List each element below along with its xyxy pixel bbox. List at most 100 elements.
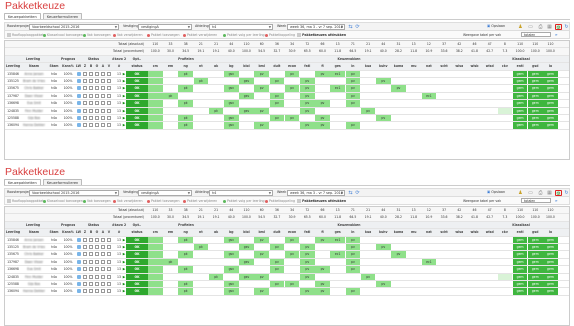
vak-cell[interactable]: pk [178,122,193,129]
vak-cell[interactable] [376,259,391,265]
vak-cell[interactable] [148,288,163,295]
vak-cell[interactable]: pk [178,288,193,295]
vak-cell[interactable] [437,78,452,84]
week-select[interactable]: week 36, ma 3 - vr 7 sep. 2018 ▼ [287,24,345,30]
vak-cell[interactable] [467,281,482,287]
vak-cell[interactable] [270,251,285,257]
vak-cell[interactable] [178,274,193,280]
vak-cell[interactable] [285,78,300,84]
vak-cell[interactable] [254,244,269,250]
vak-cell[interactable] [163,281,178,287]
vak-cell[interactable] [391,244,406,250]
vak-cell[interactable] [361,237,376,243]
vak-cell[interactable] [239,266,254,272]
vak-cell[interactable] [422,251,437,257]
column-header[interactable]: ak [208,63,224,70]
refresh-icon[interactable]: ⟳ [555,32,558,38]
vak-cell[interactable] [391,266,406,272]
vak-cell[interactable]: gem [512,251,528,258]
lw-toggle-icon[interactable] [75,115,82,121]
column-header[interactable]: kua [360,229,376,236]
column-header[interactable]: mu [406,229,421,236]
vak-cell[interactable] [422,78,437,84]
vak-cell[interactable]: pv [360,107,376,114]
vak-cell[interactable]: gsv [224,281,239,288]
vak-cell[interactable] [224,274,239,280]
vak-cell[interactable] [346,108,361,114]
vak-cell[interactable] [209,115,224,121]
vak-cell[interactable] [482,266,497,272]
vak-cell[interactable]: ec1 [421,92,437,100]
vak-cell[interactable] [406,281,421,287]
vak-cell[interactable] [224,78,239,84]
vak-cell[interactable] [361,244,376,250]
vak-cell[interactable] [497,273,513,280]
vak-cell[interactable] [330,288,345,294]
vak-cell[interactable] [361,259,376,265]
table-row[interactable]: 135125 Bram de Vries h4a 100% 13 ▶ OK pk gsv pv pv… [5,78,569,86]
vak-cell[interactable]: pv [300,107,315,114]
column-header[interactable]: lo [543,63,558,70]
vak-cell[interactable] [285,93,300,99]
vak-cell[interactable] [209,122,224,128]
vak-cell[interactable] [482,122,497,128]
vak-cell[interactable]: gem [543,85,558,92]
vak-cell[interactable]: pv [315,70,330,77]
column-header[interactable]: in [345,229,361,236]
vak-cell[interactable]: pv [300,251,315,258]
action-koppeling[interactable]: Pakketkoppeling [265,32,295,38]
column-header[interactable]: LW [75,63,82,70]
column-header[interactable]: status [126,63,148,70]
refresh-icon[interactable]: ⟳ [354,24,361,30]
vak-cell[interactable] [467,244,482,250]
action-vak-toevoegen[interactable]: Vak toevoegen [83,32,111,38]
vak-cell[interactable]: gsv [239,258,254,266]
action-afdrukken[interactable]: Pakketkeuzes afdrukken [297,32,346,38]
vak-cell[interactable] [361,288,376,294]
vak-cell[interactable] [148,78,163,85]
vak-cell[interactable] [361,85,376,91]
vak-cell[interactable]: pv [300,266,315,273]
vak-cell[interactable] [482,259,497,265]
lw-toggle-icon[interactable] [75,251,82,257]
reload-icon[interactable]: ↻ [563,190,570,196]
vak-cell[interactable]: gem [543,122,558,129]
vak-cell[interactable]: gem [512,100,528,107]
weergave-select[interactable]: totalen [521,198,551,203]
vak-cell[interactable] [498,251,513,257]
action-rooster[interactable]: Rooflopplaagpakket [7,198,44,204]
vak-cell[interactable] [498,93,513,99]
vak-cell[interactable]: pv [254,273,269,280]
vak-cell[interactable] [498,78,513,84]
vak-cell[interactable] [148,273,163,280]
vak-cell[interactable] [285,108,300,114]
vak-cell[interactable] [163,71,178,77]
vak-cell[interactable]: gem [528,266,543,273]
vak-cell[interactable] [391,78,406,84]
vak-cell[interactable] [376,122,391,128]
column-header[interactable]: lo [543,229,558,236]
vak-cell[interactable]: gem [512,266,528,273]
vak-cell[interactable] [452,78,467,84]
lw-toggle-icon[interactable] [75,266,82,272]
vak-cell[interactable] [148,115,163,122]
opslaan-button[interactable]: ▣ Opslaan [487,24,505,30]
vak-cell[interactable] [422,108,437,114]
vak-cell[interactable] [239,115,254,121]
opslaan-button[interactable]: ▣ Opslaan [487,190,505,196]
column-header[interactable]: wisb [467,63,482,70]
vak-cell[interactable] [330,274,345,280]
vak-cell[interactable] [361,100,376,106]
reload-icon[interactable]: ↻ [563,24,570,30]
column-header[interactable]: # [112,229,126,236]
vak-cell[interactable]: pv [360,273,376,280]
column-header[interactable]: ges [330,63,345,70]
vak-cell[interactable]: gem [512,258,528,266]
nav-arrows-icon[interactable]: ⇆ [347,24,354,30]
vak-cell[interactable] [467,251,482,257]
vak-cell[interactable]: pk [163,258,178,266]
vak-cell[interactable]: gsv [239,107,254,114]
vak-cell[interactable]: pv [300,273,315,280]
lw-toggle-icon[interactable] [75,100,82,106]
lw-toggle-icon[interactable] [75,274,82,280]
